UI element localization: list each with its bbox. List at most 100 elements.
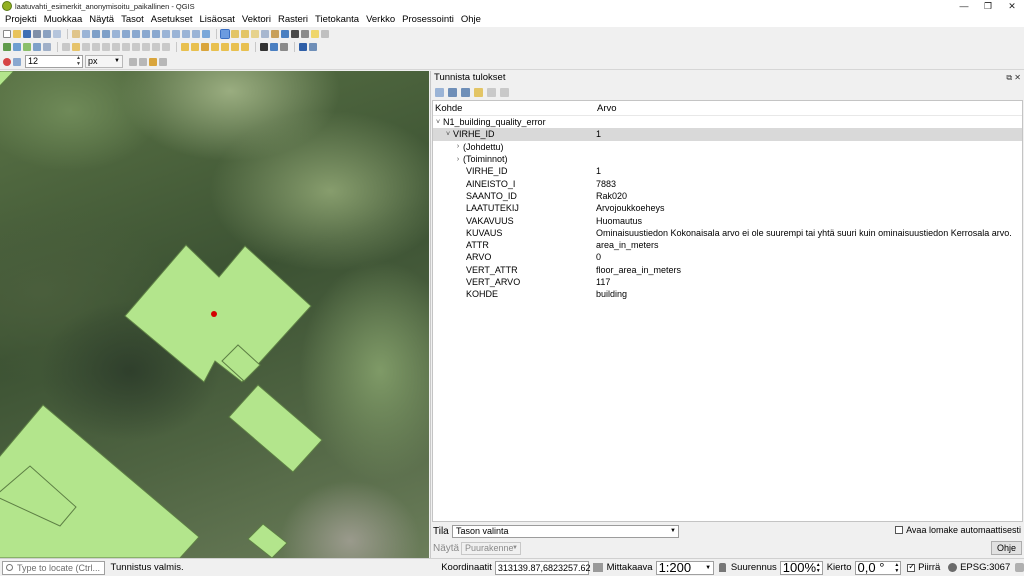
text-annotation-icon[interactable] xyxy=(321,29,329,38)
paste-features-icon[interactable] xyxy=(142,43,150,51)
expand-arrow-icon[interactable]: › xyxy=(453,143,463,150)
refresh-icon[interactable] xyxy=(202,29,210,38)
attribute-row[interactable]: AINEISTO_I 7883 xyxy=(433,177,1022,189)
save-edits-icon[interactable] xyxy=(82,43,90,51)
attribute-row[interactable]: VAKAVUUS Huomautus xyxy=(433,214,1022,226)
open-project-icon[interactable] xyxy=(13,29,21,38)
save-project-icon[interactable] xyxy=(23,29,31,38)
zoom-to-layer-icon[interactable] xyxy=(142,29,150,38)
menu-verkko[interactable]: Verkko xyxy=(363,14,399,25)
crs-label[interactable]: EPSG:3067 xyxy=(960,562,1010,573)
snapping-unit-select[interactable]: px ▼ xyxy=(85,55,123,68)
toggle-editing-pencil-icon[interactable] xyxy=(72,43,80,51)
plugin-icon[interactable] xyxy=(260,43,268,51)
expand-arrow-icon[interactable]: › xyxy=(453,156,463,163)
snapping-intersection-icon[interactable] xyxy=(139,57,147,66)
collapse-arrow-icon[interactable]: ˅ xyxy=(443,131,453,138)
expand-all-icon[interactable] xyxy=(448,88,457,97)
menu-projekti[interactable]: Projekti xyxy=(2,14,41,25)
zoom-to-selection-icon[interactable] xyxy=(132,29,140,38)
quality-plugin-icon[interactable] xyxy=(299,43,307,51)
attribute-row[interactable]: KUVAUS Ominaisuustiedon Kokonaisala arvo … xyxy=(433,227,1022,239)
attribute-table-icon[interactable] xyxy=(261,29,269,38)
column-header-feature[interactable]: Kohde xyxy=(433,103,595,114)
processing-toolbox-icon[interactable] xyxy=(281,29,289,38)
new-project-icon[interactable] xyxy=(3,29,11,38)
copy-results-icon[interactable] xyxy=(487,88,496,97)
attribute-row[interactable]: ATTR area_in_meters xyxy=(433,239,1022,251)
crs-globe-icon[interactable] xyxy=(948,563,958,572)
messages-icon[interactable] xyxy=(1015,563,1024,572)
attribute-row[interactable]: ARVO 0 xyxy=(433,251,1022,263)
copy-features-icon[interactable] xyxy=(132,43,140,51)
select-features-icon[interactable] xyxy=(231,29,239,38)
save-as-icon[interactable] xyxy=(33,29,41,38)
add-delimited-text-icon[interactable] xyxy=(33,43,41,51)
current-edits-icon[interactable] xyxy=(62,43,70,51)
attribute-row[interactable]: LAATUTEKIJ Arvojoukkoeheys xyxy=(433,202,1022,214)
maximize-button[interactable]: ❐ xyxy=(976,0,1000,12)
zoom-out-icon[interactable] xyxy=(102,29,110,38)
data-source-manager-icon[interactable] xyxy=(3,43,11,51)
spin-arrows-icon[interactable]: ▲ ▼ xyxy=(76,55,81,67)
scale-select[interactable]: 1:200 ▼ xyxy=(655,560,715,575)
advanced-digitizing-icon[interactable] xyxy=(159,57,167,66)
add-feature-icon[interactable] xyxy=(92,43,100,51)
attribute-row[interactable]: VERT_ARVO 117 xyxy=(433,276,1022,288)
menu-vektori[interactable]: Vektori xyxy=(239,14,275,25)
label-rotate-icon[interactable] xyxy=(221,43,229,51)
deselect-icon[interactable] xyxy=(251,29,259,38)
metasearch-icon[interactable] xyxy=(280,43,288,51)
column-header-value[interactable]: Arvo xyxy=(595,103,617,114)
auto-open-form[interactable]: Avaa lomake automaattisesti xyxy=(895,525,1021,535)
menu-lisaosat[interactable]: Lisäosat xyxy=(197,14,239,25)
zoom-native-icon[interactable] xyxy=(152,29,160,38)
zoom-next-icon[interactable] xyxy=(172,29,180,38)
zoom-in-icon[interactable] xyxy=(92,29,100,38)
attribute-row[interactable]: VERT_ATTR floor_area_in_meters xyxy=(433,264,1022,276)
coordinate-field[interactable]: 313139.87,6823257.62 xyxy=(494,560,591,575)
layout-manager-icon[interactable] xyxy=(53,29,61,38)
add-vector-layer-icon[interactable] xyxy=(13,43,21,51)
python-console-icon[interactable] xyxy=(270,43,278,51)
attribute-row[interactable]: VIRHE_ID 1 xyxy=(433,165,1022,177)
auto-open-checkbox[interactable] xyxy=(895,526,904,534)
snapping-layers-icon[interactable] xyxy=(13,57,21,66)
expand-tree-icon[interactable] xyxy=(435,88,444,97)
toggle-extents-icon[interactable] xyxy=(592,563,603,572)
add-postgis-icon[interactable] xyxy=(43,43,51,51)
building-polygon-corner[interactable] xyxy=(0,71,15,91)
close-window-button[interactable]: ✕ xyxy=(1000,0,1024,12)
magnifier-spinbox[interactable]: 100% ▲ ▼ xyxy=(779,560,823,575)
zoom-rubberband-icon[interactable] xyxy=(112,29,120,38)
cut-features-icon[interactable] xyxy=(122,43,130,51)
collapse-all-icon[interactable] xyxy=(461,88,470,97)
tree-row-layer[interactable]: ˅ N1_building_quality_error xyxy=(433,116,1022,128)
identify-features-icon[interactable] xyxy=(220,28,230,39)
rotation-spinbox[interactable]: 0,0 ° ▲ ▼ xyxy=(854,560,902,575)
help-button[interactable]: Ohje xyxy=(990,541,1022,555)
locator-search-input[interactable]: Type to locate (Ctrl... xyxy=(2,560,105,575)
render-checkbox[interactable]: ✓ xyxy=(907,562,916,572)
lock-scale-icon[interactable] xyxy=(719,563,726,572)
label-highlight-icon[interactable] xyxy=(201,43,209,51)
label-tool-icon[interactable] xyxy=(181,43,189,51)
select-by-value-icon[interactable] xyxy=(241,29,249,38)
menu-prosessointi[interactable]: Prosessointi xyxy=(399,14,458,25)
label-show-hide-icon[interactable] xyxy=(241,43,249,51)
tracing-icon[interactable] xyxy=(149,57,157,66)
zoom-last-icon[interactable] xyxy=(162,29,170,38)
tree-row-actions[interactable]: › (Toiminnot) xyxy=(433,153,1022,165)
statistics-sigma-icon[interactable] xyxy=(291,29,299,38)
menu-tasot[interactable]: Tasot xyxy=(118,14,148,25)
attribute-row[interactable]: SAANTO_ID Rak020 xyxy=(433,190,1022,202)
menu-ohje[interactable]: Ohje xyxy=(458,14,485,25)
menu-muokkaa[interactable]: Muokkaa xyxy=(41,14,87,25)
field-calculator-icon[interactable] xyxy=(271,29,279,38)
menu-nayta[interactable]: Näytä xyxy=(86,14,118,25)
building-polygon-main[interactable] xyxy=(124,244,312,383)
undo-icon[interactable] xyxy=(152,43,160,51)
label-change-icon[interactable] xyxy=(231,43,239,51)
spin-arrows-icon[interactable]: ▲ ▼ xyxy=(816,562,821,574)
label-move-icon[interactable] xyxy=(211,43,219,51)
